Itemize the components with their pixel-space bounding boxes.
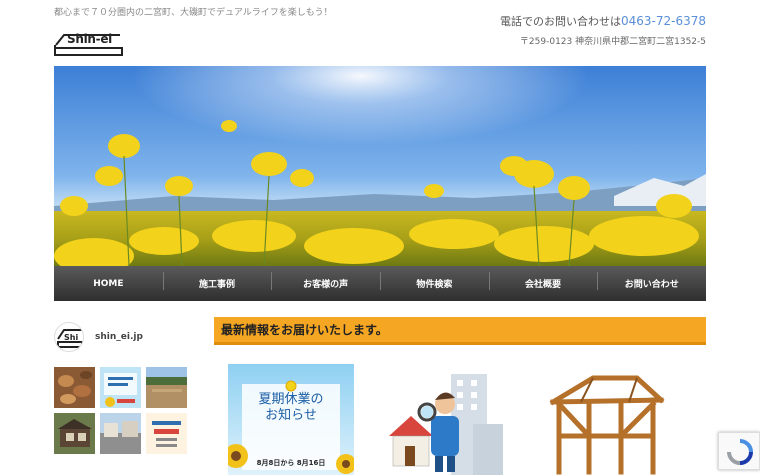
lumber-photo-image — [54, 367, 95, 408]
instagram-username: shin_ei.jp — [95, 332, 143, 342]
news-card-summer-holiday[interactable]: 夏期休業の お知らせ 8月8日から 8月16日 — [228, 364, 354, 475]
instagram-post-thumbnail[interactable] — [146, 367, 187, 408]
recaptcha-icon — [727, 439, 753, 465]
svg-text:Shi: Shi — [64, 333, 78, 342]
nav-item-voices[interactable]: お客様の声 — [271, 272, 380, 290]
street-photo-image — [100, 413, 141, 454]
site-logo[interactable]: Shin-ei — [54, 31, 124, 57]
logo-house-icon: Shi — [57, 329, 83, 348]
instagram-post-thumbnail[interactable] — [54, 367, 95, 408]
avatar: Shi — [54, 322, 84, 352]
instagram-post-thumbnail[interactable] — [54, 413, 95, 454]
phone-label: 電話でのお問い合わせは — [499, 15, 621, 28]
instagram-post-thumbnail[interactable] — [100, 367, 141, 408]
summer-notice-title: 夏期休業の お知らせ — [228, 392, 354, 424]
nav-item-works[interactable]: 施工事例 — [162, 272, 272, 290]
nav-item-property-search[interactable]: 物件検索 — [380, 272, 489, 290]
wooden-frame-illustration-image — [545, 364, 671, 475]
hero-image — [54, 66, 706, 266]
house-inspection-illustration-image — [387, 364, 513, 475]
holiday-notice-flyer-image — [146, 413, 187, 454]
company-address: 〒259-0123 神奈川県中郡二宮町二宮1352-5 — [519, 37, 706, 47]
instagram-post-thumbnail[interactable] — [146, 413, 187, 454]
nav-item-contact[interactable]: お問い合わせ — [597, 272, 706, 290]
house-exterior-photo-image — [54, 413, 95, 454]
summer-notice-dates: 8月8日から 8月16日 — [256, 459, 326, 467]
instagram-profile[interactable]: Shi shin_ei.jp — [54, 322, 143, 352]
global-nav: HOME 施工事例 お客様の声 物件検索 会社概要 お問い合わせ — [54, 266, 706, 301]
vacant-lot-photo-image — [146, 367, 187, 408]
news-card-property-search[interactable] — [387, 364, 513, 475]
summer-notice-flyer-image — [100, 367, 141, 408]
phone-number[interactable]: 0463-72-6378 — [621, 14, 706, 28]
news-heading: 最新情報をお届けいたします。 — [221, 323, 388, 337]
logo-text: Shin-ei — [67, 32, 112, 46]
instagram-post-thumbnail[interactable] — [100, 413, 141, 454]
news-heading-bar: 最新情報をお届けいたします。 — [214, 317, 706, 345]
nav-item-company[interactable]: 会社概要 — [488, 272, 598, 290]
site-tagline: 都心まで７０分圏内の二宮町、大磯町でデュアルライフを楽しもう！ — [54, 8, 333, 18]
phone-contact: 電話でのお問い合わせは0463-72-6378 — [500, 13, 706, 29]
recaptcha-badge[interactable] — [718, 432, 760, 470]
page: 都心まで７０分圏内の二宮町、大磯町でデュアルライフを楽しもう！ Shin-ei … — [0, 0, 760, 475]
instagram-feed-grid — [54, 367, 188, 454]
summer-notice-title-line2: お知らせ — [265, 408, 317, 423]
summer-notice-title-line1: 夏期休業の — [258, 392, 324, 407]
news-card-construction[interactable] — [545, 364, 671, 475]
hero-rapeseed-flowers-image — [54, 66, 706, 266]
nav-item-home[interactable]: HOME — [54, 279, 163, 289]
